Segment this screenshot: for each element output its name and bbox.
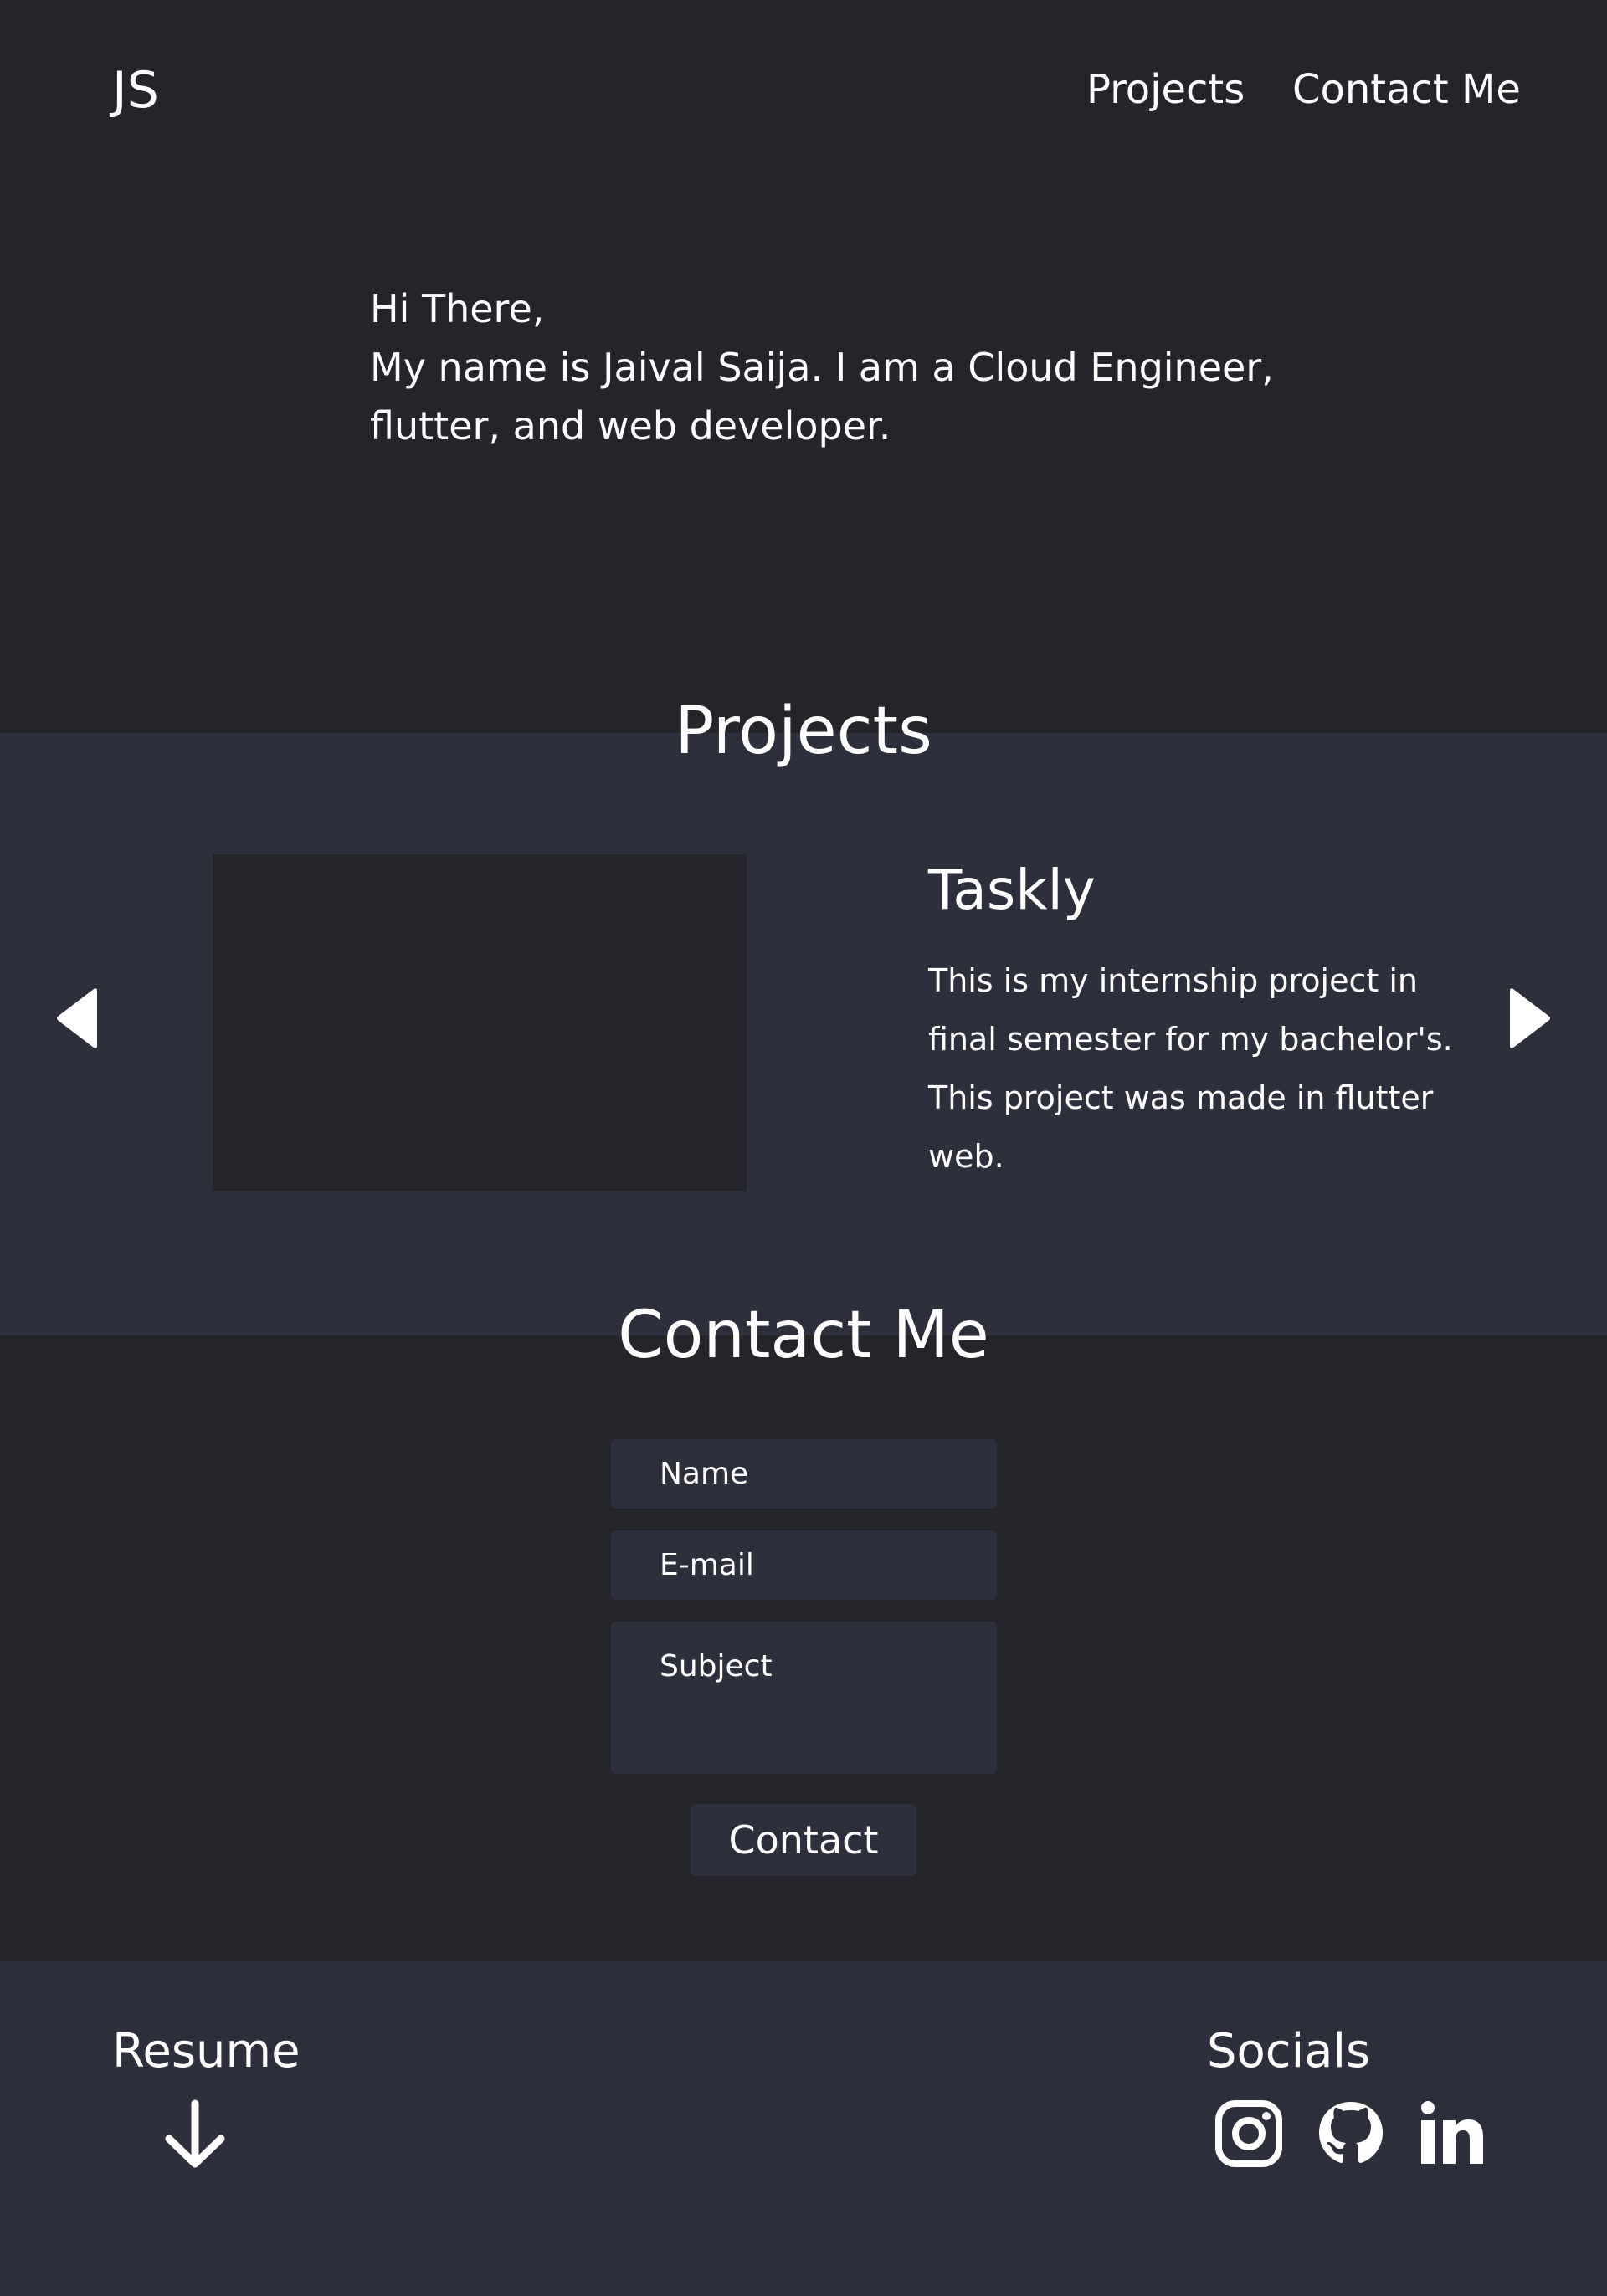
instagram-link[interactable] — [1214, 2099, 1284, 2169]
carousel-prev-button[interactable] — [54, 987, 104, 1049]
contact-heading: Contact Me — [618, 1298, 989, 1373]
name-input[interactable] — [611, 1439, 997, 1509]
project-description-line: This is my internship project in — [928, 962, 1418, 999]
resume-heading: Resume — [112, 2024, 300, 2078]
carousel-next-button[interactable] — [1503, 987, 1553, 1049]
triangle-right-icon — [1510, 988, 1550, 1048]
arrow-down-icon — [165, 2099, 225, 2168]
resume-download-button[interactable] — [159, 2099, 231, 2170]
hero-intro: Hi There, My name is Jaival Saija. I am … — [370, 279, 1307, 455]
hero-line-3: flutter, and web developer. — [370, 403, 891, 448]
nav-link-contact-me[interactable]: Contact Me — [1292, 65, 1521, 114]
site-logo[interactable]: JS — [112, 60, 159, 120]
hero-greeting: Hi There, — [370, 286, 545, 331]
project-description: This is my internship project in final s… — [928, 951, 1453, 1186]
project-image — [213, 854, 747, 1191]
github-link[interactable] — [1316, 2099, 1386, 2169]
triangle-left-icon — [57, 988, 97, 1048]
socials-heading: Socials — [1207, 2024, 1371, 2078]
projects-heading: Projects — [675, 694, 932, 769]
project-title: Taskly — [928, 858, 1096, 922]
subject-textarea[interactable] — [611, 1622, 997, 1774]
project-description-line: web. — [928, 1138, 1004, 1175]
project-description-line: This project was made in flutter — [928, 1079, 1434, 1116]
project-description-line: final semester for my bachelor's. — [928, 1021, 1453, 1058]
email-input[interactable] — [611, 1530, 997, 1600]
nav-link-projects[interactable]: Projects — [1086, 65, 1245, 114]
contact-submit-button[interactable]: Contact — [691, 1804, 916, 1876]
instagram-icon — [1215, 2100, 1282, 2167]
linkedin-icon — [1421, 2101, 1483, 2164]
hero-line-2: My name is Jaival Saija. I am a Cloud En… — [370, 345, 1274, 390]
github-icon — [1319, 2102, 1383, 2163]
linkedin-link[interactable] — [1416, 2099, 1486, 2169]
